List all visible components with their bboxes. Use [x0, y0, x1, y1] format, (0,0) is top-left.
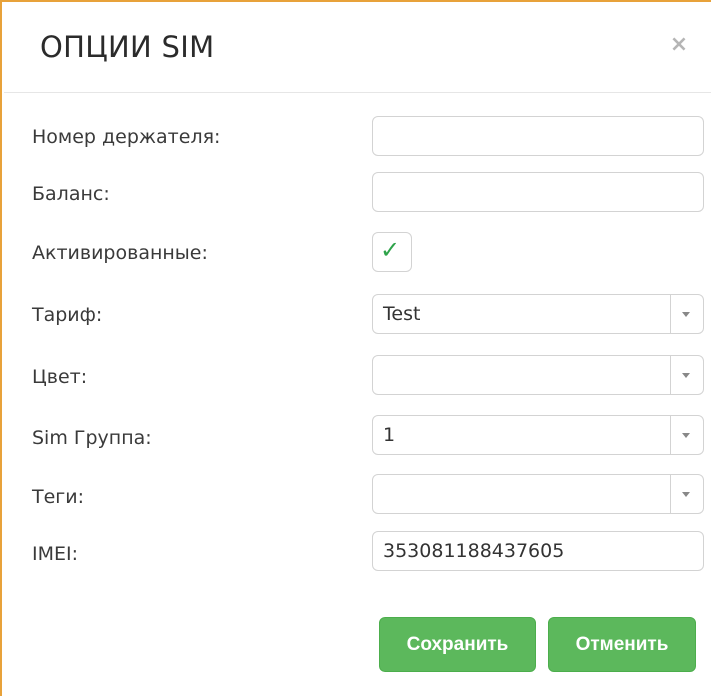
- activated-checkbox[interactable]: ✓: [372, 232, 412, 272]
- chevron-down-icon: [682, 433, 690, 438]
- tariff-select-value: Test: [383, 303, 421, 325]
- chevron-down-icon: [682, 492, 690, 497]
- holder-number-label: Номер держателя:: [32, 126, 221, 148]
- sim-group-label: Sim Группа:: [32, 427, 152, 449]
- chevron-down-icon: [682, 373, 690, 378]
- close-icon[interactable]: ×: [666, 32, 692, 58]
- color-dropdown-toggle[interactable]: [670, 356, 703, 394]
- imei-label: IMEI:: [32, 543, 79, 565]
- save-button[interactable]: Сохранить: [379, 617, 536, 672]
- tags-dropdown-toggle[interactable]: [670, 475, 703, 513]
- color-select[interactable]: [372, 355, 704, 395]
- sim-group-select[interactable]: 1: [372, 415, 704, 455]
- tariff-label: Тариф:: [32, 304, 103, 326]
- tags-label: Теги:: [32, 486, 85, 508]
- sim-group-select-value: 1: [383, 424, 396, 446]
- balance-label: Баланс:: [32, 183, 110, 205]
- dialog-header: ОПЦИИ SIM ×: [4, 2, 711, 93]
- sim-options-dialog: ОПЦИИ SIM × Номер держателя: Баланс: Акт…: [0, 0, 711, 696]
- tags-select[interactable]: [372, 474, 704, 514]
- activated-label: Активированные:: [32, 242, 208, 264]
- tariff-select[interactable]: Test: [372, 294, 704, 334]
- tariff-dropdown-toggle[interactable]: [670, 295, 703, 333]
- sim-group-dropdown-toggle[interactable]: [670, 416, 703, 454]
- dialog-title: ОПЦИИ SIM: [40, 30, 215, 64]
- imei-input[interactable]: 353081188437605: [372, 531, 704, 571]
- check-icon: ✓: [380, 236, 401, 264]
- chevron-down-icon: [682, 312, 690, 317]
- cancel-button[interactable]: Отменить: [548, 617, 696, 672]
- holder-number-input[interactable]: [372, 116, 704, 156]
- balance-input[interactable]: [372, 172, 704, 212]
- color-label: Цвет:: [32, 366, 88, 388]
